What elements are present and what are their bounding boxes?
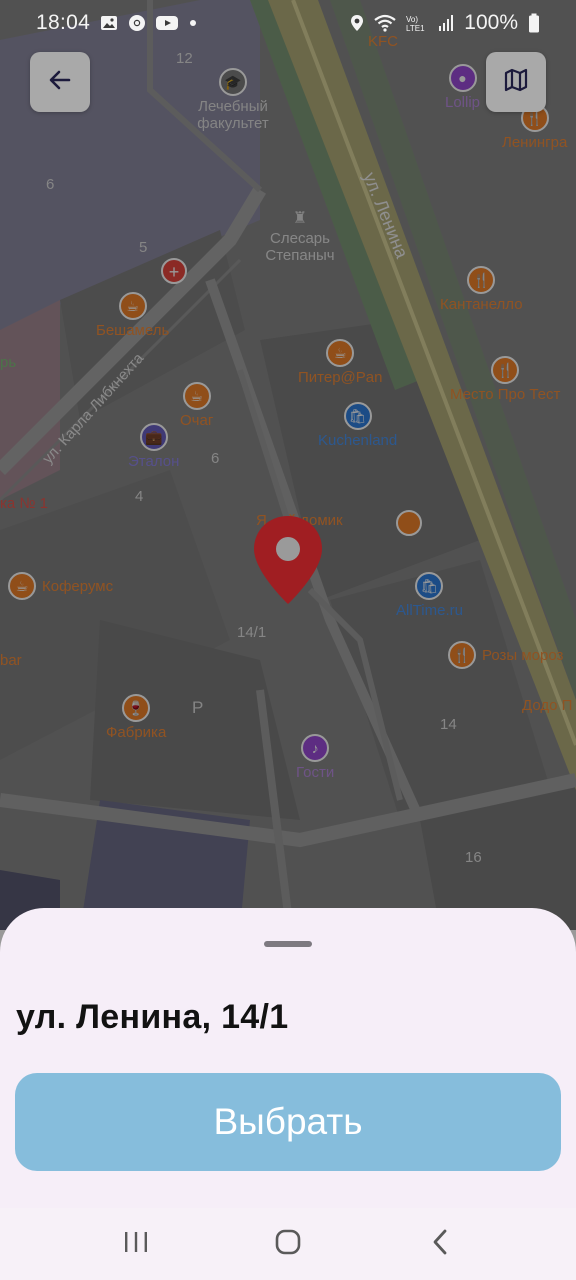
map-layers-button[interactable] bbox=[486, 52, 546, 112]
status-time: 18:04 bbox=[36, 11, 91, 34]
status-bar: 18:04 Vo) LTE1 100% bbox=[0, 0, 576, 46]
cafe-icon: ☕ bbox=[182, 382, 211, 410]
shopping-bag-icon: 🛍 bbox=[343, 402, 372, 430]
select-button[interactable]: Выбрать bbox=[15, 1073, 561, 1171]
recents-icon bbox=[123, 1230, 149, 1259]
pharmacy-icon: + bbox=[161, 258, 187, 284]
svg-text:Vo): Vo) bbox=[406, 15, 418, 24]
poi-gosti[interactable]: ♪ Гости bbox=[296, 734, 334, 781]
building-number: 4 bbox=[135, 488, 144, 505]
restaurant-icon: 🍴 bbox=[467, 266, 496, 294]
restaurant-icon: 🍴 bbox=[448, 641, 476, 669]
map-view[interactable]: ул. Ленина ул. Карла Либкнехта 12 6 5 6 … bbox=[0, 0, 576, 930]
svg-text:LTE1: LTE1 bbox=[406, 24, 425, 32]
map-icon bbox=[503, 67, 529, 98]
graduation-cap-icon: 🎓 bbox=[219, 68, 247, 96]
dot-icon bbox=[188, 18, 198, 28]
monkey-icon bbox=[396, 510, 422, 536]
building-number: 14 bbox=[440, 716, 457, 733]
poi-label: Лечебный факультет bbox=[197, 98, 269, 132]
building-number: 12 bbox=[176, 50, 193, 67]
music-icon: ♪ bbox=[301, 734, 330, 762]
system-back-button[interactable] bbox=[410, 1214, 470, 1274]
battery-icon bbox=[528, 13, 540, 33]
cafe-icon: ☕ bbox=[118, 292, 147, 320]
home-button[interactable] bbox=[258, 1214, 318, 1274]
poi-apteka[interactable]: ка № 1 bbox=[0, 492, 48, 512]
poi-label: Фабрика bbox=[106, 724, 167, 741]
cafe-icon: ☕ bbox=[8, 572, 36, 600]
poi-label: Ленингра bbox=[502, 134, 568, 151]
volte-icon: Vo) LTE1 bbox=[406, 14, 428, 32]
navigation-bar bbox=[0, 1208, 576, 1280]
map-canvas bbox=[0, 0, 576, 930]
monument-icon: ♜ bbox=[292, 210, 308, 227]
poi-label: Место Про Тест bbox=[450, 386, 561, 403]
poi-ochag[interactable]: ☕ Очаг bbox=[180, 382, 213, 429]
poi-etalon[interactable]: 💼 Эталон bbox=[128, 423, 179, 470]
building-number: 14/1 bbox=[237, 624, 267, 641]
candy-icon: ● bbox=[448, 64, 477, 92]
poi-kantanello[interactable]: 🍴 Кантанелло bbox=[440, 266, 523, 313]
recents-button[interactable] bbox=[106, 1214, 166, 1274]
back-button[interactable] bbox=[30, 52, 90, 112]
poi-lechebny[interactable]: 🎓 Лечебный факультет bbox=[178, 68, 288, 132]
poi-label: Эталон bbox=[128, 453, 180, 470]
poi-slesar[interactable]: ♜ Слесарь Степаныч bbox=[255, 208, 345, 264]
poi-label: Коферумс bbox=[42, 577, 114, 595]
poi-beshamel[interactable]: ☕ Бешамель bbox=[96, 292, 169, 339]
building-number: 5 bbox=[139, 239, 148, 256]
back-icon bbox=[430, 1228, 450, 1261]
building-number: 16 bbox=[465, 849, 482, 866]
poi-piter-pan[interactable]: ☕ Питер@Pan bbox=[298, 339, 382, 386]
poi-label: AllTime.ru bbox=[396, 602, 463, 619]
building-number: 6 bbox=[46, 176, 55, 193]
poi-label: Очаг bbox=[180, 412, 214, 429]
poi-label-edge-1: рь bbox=[0, 354, 17, 371]
poi-label: Розы мороз bbox=[482, 646, 564, 664]
wifi-icon bbox=[374, 14, 396, 32]
poi-fabrika[interactable]: 🍷 Фабрика bbox=[106, 694, 166, 741]
status-right: Vo) LTE1 100% bbox=[350, 11, 540, 35]
poi-label: Бешамель bbox=[96, 322, 170, 339]
poi-label: Kuchenland bbox=[318, 432, 398, 449]
sheet-drag-handle[interactable] bbox=[264, 941, 312, 947]
shopping-bag-icon: 🛍 bbox=[415, 572, 444, 600]
gallery-icon bbox=[100, 14, 118, 32]
chrome-icon bbox=[128, 14, 146, 32]
poi-label: Кантанелло bbox=[440, 296, 523, 313]
poi-label: Додо П bbox=[522, 697, 573, 714]
poi-label: Питер@Pan bbox=[298, 369, 383, 386]
briefcase-icon: 💼 bbox=[139, 423, 168, 451]
youtube-icon bbox=[156, 15, 179, 31]
cafe-icon: ☕ bbox=[326, 339, 355, 367]
poi-label: Слесарь Степаныч bbox=[265, 230, 335, 264]
poi-label: ка № 1 bbox=[0, 495, 49, 512]
poi-label: Гости bbox=[296, 764, 335, 781]
home-icon bbox=[274, 1228, 302, 1261]
poi-rozy[interactable]: 🍴 Розы мороз bbox=[448, 641, 563, 669]
building-number: 6 bbox=[211, 450, 220, 467]
bottom-sheet: ул. Ленина, 14/1 Выбрать bbox=[0, 908, 576, 1208]
poi-label-edge-2: bar bbox=[0, 652, 22, 669]
status-left: 18:04 bbox=[36, 11, 198, 35]
selected-address: ул. Ленина, 14/1 bbox=[16, 998, 289, 1036]
location-pin-icon bbox=[252, 514, 324, 611]
signal-icon bbox=[438, 14, 454, 32]
poi-label: Lollip bbox=[445, 94, 481, 111]
pharmacy-icon bbox=[24, 492, 25, 493]
poi-mesto-pro-test[interactable]: 🍴 Место Про Тест bbox=[450, 356, 560, 403]
battery-percent: 100% bbox=[464, 11, 518, 34]
poi-kuchenland[interactable]: 🛍 Kuchenland bbox=[318, 402, 397, 449]
restaurant-icon bbox=[547, 694, 548, 695]
poi-alltime[interactable]: 🛍 AllTime.ru bbox=[396, 572, 463, 619]
restaurant-icon: 🍴 bbox=[491, 356, 520, 384]
poi-lollip[interactable]: ● Lollip bbox=[445, 64, 480, 111]
poi-koferums[interactable]: ☕ Коферумс bbox=[8, 572, 113, 600]
arrow-left-icon bbox=[47, 67, 73, 98]
poi-dodo[interactable]: Додо П bbox=[522, 694, 572, 714]
wine-icon: 🍷 bbox=[122, 694, 151, 722]
location-icon bbox=[350, 14, 364, 32]
parking-icon: P bbox=[192, 698, 204, 717]
